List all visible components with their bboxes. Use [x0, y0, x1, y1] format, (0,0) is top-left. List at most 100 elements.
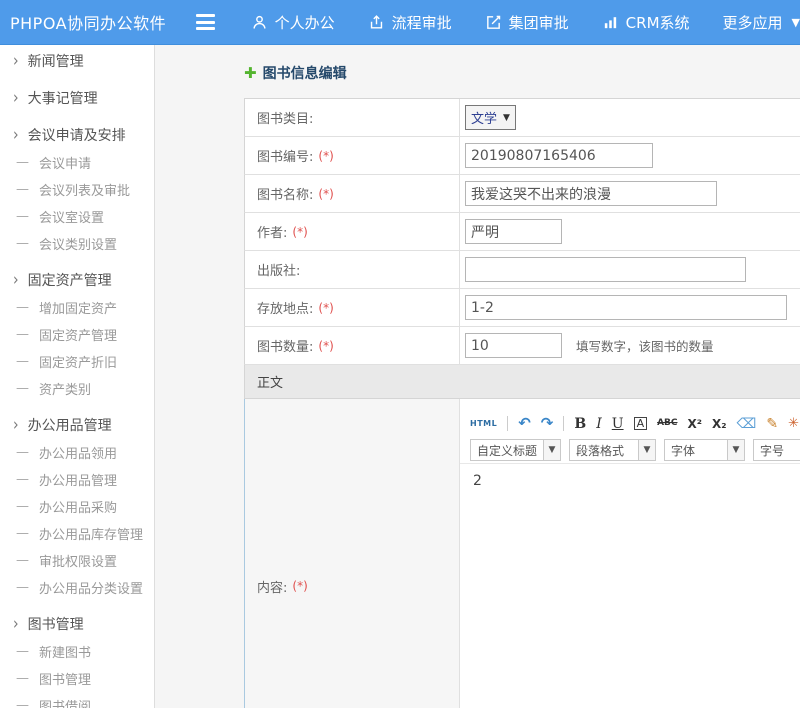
sidebar-item-label: 大事记管理	[28, 88, 98, 108]
layout: ›新闻管理›大事记管理›会议申请及安排—会议申请—会议列表及审批—会议室设置—会…	[0, 45, 800, 708]
sidebar-item[interactable]: —会议类别设置	[0, 230, 154, 257]
font-size-dropdown[interactable]: 字号▼	[753, 439, 800, 461]
italic-icon[interactable]: I	[596, 417, 602, 431]
sidebar-item[interactable]: —会议申请	[0, 149, 154, 176]
nav-item-label: 集团审批	[509, 12, 569, 33]
sidebar-item[interactable]: —办公用品库存管理	[0, 520, 154, 547]
required-marker: (*)	[292, 225, 307, 239]
dash-icon: —	[16, 155, 29, 170]
bold-icon[interactable]: B	[574, 417, 586, 431]
caret-down-icon: ▼	[503, 113, 510, 123]
hamburger-menu-icon[interactable]	[196, 14, 215, 30]
author-input[interactable]	[465, 219, 562, 244]
sidebar-item[interactable]: — 新建图书	[0, 638, 154, 665]
sidebar-item[interactable]: ›图书管理	[0, 610, 154, 638]
font-color-icon[interactable]: A	[634, 417, 648, 430]
sidebar: ›新闻管理›大事记管理›会议申请及安排—会议申请—会议列表及审批—会议室设置—会…	[0, 45, 155, 708]
sidebar-item[interactable]: —图书借阅	[0, 692, 154, 708]
required-marker: (*)	[318, 149, 333, 163]
font-family-dropdown[interactable]: 字体▼	[664, 439, 745, 461]
underline-icon[interactable]: U	[612, 417, 624, 431]
field-label: 内容:	[257, 577, 287, 596]
crm-chart-icon	[602, 14, 619, 31]
editor-content-area[interactable]: 2	[460, 464, 800, 708]
sidebar-item[interactable]: ›新闻管理	[0, 47, 154, 75]
html-source-icon[interactable]: HTML	[470, 420, 497, 428]
section-header-row: 正文	[244, 365, 800, 399]
app-brand: PHPOA协同办公软件	[0, 10, 196, 34]
custom-title-dropdown[interactable]: 自定义标题▼	[470, 439, 561, 461]
topbar-nav-1[interactable]: 个人办公	[251, 12, 335, 33]
redo-icon[interactable]: ↷	[541, 416, 554, 431]
sidebar-item-label: 审批权限设置	[39, 551, 117, 570]
strikethrough-icon[interactable]: ABC	[657, 419, 677, 428]
sidebar-item-label: 会议室设置	[39, 207, 104, 226]
sidebar-item[interactable]: —办公用品分类设置	[0, 574, 154, 601]
sidebar-item[interactable]: — 会议列表及审批	[0, 176, 154, 203]
superscript-icon[interactable]: X²	[688, 418, 703, 430]
paragraph-format-dropdown[interactable]: 段落格式▼	[569, 439, 656, 461]
format-brush-icon[interactable]: ✎	[766, 417, 778, 431]
sidebar-item[interactable]: ›固定资产管理	[0, 266, 154, 294]
top-nav: 个人办公 流程审批 集团审批 CRM系统 更多应用▼	[251, 12, 800, 33]
undo-icon[interactable]: ↶	[518, 416, 531, 431]
field-note: 填写数字，该图书的数量	[576, 336, 714, 355]
sidebar-item[interactable]: —资产类别	[0, 375, 154, 402]
topbar-nav-2[interactable]: 流程审批	[368, 12, 452, 33]
book-category-select[interactable]: 文学▼	[465, 105, 516, 130]
caret-down-icon: ▼	[792, 16, 800, 29]
sidebar-item[interactable]: —增加固定资产	[0, 294, 154, 321]
sidebar-item-label: 新建图书	[39, 642, 91, 661]
form-row-publisher: 出版社:	[244, 251, 800, 289]
nav-item-label: 流程审批	[392, 12, 452, 33]
sidebar-item-label: 办公用品库存管理	[39, 524, 143, 543]
book-number-input[interactable]	[465, 143, 653, 168]
toolbar-separator	[563, 416, 564, 431]
sidebar-item[interactable]: › 大事记管理	[0, 84, 154, 112]
field-label: 作者:	[257, 222, 287, 241]
form-label-content: 内容:(*)	[245, 399, 460, 708]
sidebar-item[interactable]: ›办公用品管理	[0, 411, 154, 439]
dropdown-label: 字号	[754, 440, 800, 460]
chevron-right-icon: ›	[13, 614, 19, 633]
sidebar-item-label: 新闻管理	[28, 51, 84, 71]
chevron-right-icon: ›	[13, 125, 19, 144]
location-input[interactable]	[465, 295, 787, 320]
color-picker-icon[interactable]: ✳	[788, 417, 799, 430]
required-marker: (*)	[318, 187, 333, 201]
add-plus-icon: ✚	[244, 64, 257, 82]
topbar-nav-5[interactable]: 更多应用▼	[723, 12, 800, 33]
sidebar-item[interactable]: —固定资产管理	[0, 321, 154, 348]
dash-icon: —	[16, 698, 29, 708]
sidebar-item[interactable]: ›会议申请及安排	[0, 121, 154, 149]
topbar-nav-3[interactable]: 集团审批	[485, 12, 569, 33]
sidebar-item[interactable]: —办公用品管理	[0, 466, 154, 493]
caret-down-icon: ▼	[727, 440, 744, 460]
sidebar-item[interactable]: —审批权限设置	[0, 547, 154, 574]
rich-text-editor: HTML↶↷BIUAABCX²X₂⌫✎✳▾66自定义标题▼段落格式▼字体▼字号▼…	[460, 399, 800, 708]
sidebar-item[interactable]: —办公用品领用	[0, 439, 154, 466]
book-name-input[interactable]	[465, 181, 717, 206]
quantity-input[interactable]	[465, 333, 562, 358]
sidebar-item[interactable]: —会议室设置	[0, 203, 154, 230]
chevron-right-icon: ›	[13, 88, 19, 107]
dash-icon: —	[16, 644, 29, 659]
sidebar-item-label: 会议列表及审批	[39, 180, 130, 199]
eraser-icon[interactable]: ⌫	[737, 417, 757, 431]
main-content: ✚ 图书信息编辑 图书类目:文学▼图书编号:(*)图书名称:(*)作者:(*)出…	[155, 45, 800, 708]
dash-icon: —	[16, 182, 29, 197]
chevron-right-icon: ›	[13, 270, 19, 289]
form-label-quantity: 图书数量:(*)	[245, 327, 460, 364]
form-row-book-category: 图书类目:文学▼	[244, 99, 800, 137]
sidebar-item[interactable]: —办公用品采购	[0, 493, 154, 520]
publisher-input[interactable]	[465, 257, 746, 282]
required-marker: (*)	[318, 301, 333, 315]
sidebar-item-label: 办公用品采购	[39, 497, 117, 516]
subscript-icon[interactable]: X₂	[712, 418, 727, 430]
sidebar-item[interactable]: —固定资产折旧	[0, 348, 154, 375]
topbar-nav-4[interactable]: CRM系统	[602, 12, 690, 33]
form-row-book-number: 图书编号:(*)	[244, 137, 800, 175]
form-label-location: 存放地点:(*)	[245, 289, 460, 326]
sidebar-item[interactable]: —图书管理	[0, 665, 154, 692]
toolbar-separator	[507, 416, 508, 431]
